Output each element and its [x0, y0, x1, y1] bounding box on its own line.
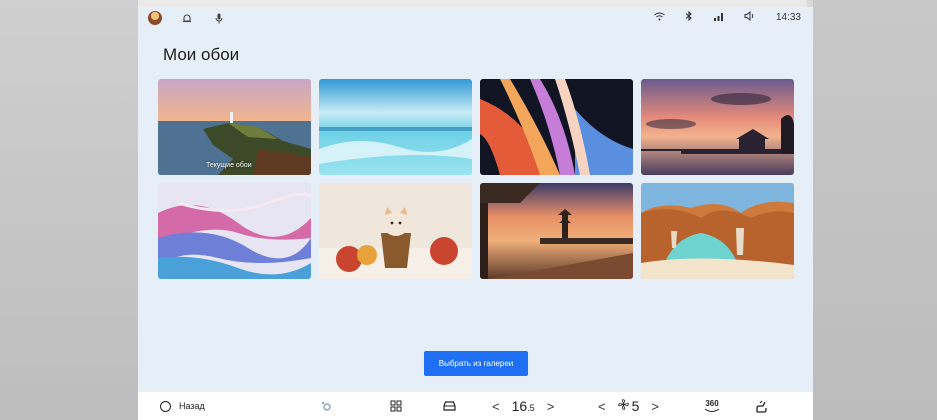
wallpaper-image: [319, 79, 472, 175]
wallpaper-tile-sunset[interactable]: [641, 79, 794, 175]
mic-icon[interactable]: [212, 11, 226, 25]
wallpaper-image: [319, 183, 472, 279]
fan-increase-button[interactable]: >: [651, 399, 659, 414]
car-screen: 14:33 Мои обои Текущие обои Выбрать из г…: [138, 7, 813, 420]
choose-from-gallery-button[interactable]: Выбрать из галереи: [424, 351, 528, 376]
wallpaper-tile-sea[interactable]: [319, 79, 472, 175]
view-360-label: 360: [705, 398, 719, 408]
seat-heat-icon[interactable]: [754, 392, 768, 420]
fan-value: 5: [631, 398, 640, 414]
left-bezel: [0, 0, 138, 420]
wallpaper-tile-pagoda[interactable]: [480, 183, 633, 279]
bluetooth-icon: [685, 10, 693, 24]
wifi-icon: [654, 12, 665, 24]
back-button[interactable]: Назад: [160, 392, 205, 420]
wallpaper-tile-abstract[interactable]: [480, 79, 633, 175]
temperature-value: 16.5: [511, 398, 535, 414]
bottom-bar: Назад < 16.5 > < 5 > 360: [138, 392, 813, 420]
back-label: Назад: [179, 401, 205, 411]
bell-icon[interactable]: [180, 11, 194, 25]
right-bezel: [813, 0, 937, 420]
wallpaper-tile-cave[interactable]: [641, 183, 794, 279]
wallpaper-image: [158, 79, 311, 175]
wallpaper-image: [641, 79, 794, 175]
car-icon[interactable]: [442, 392, 457, 420]
wallpaper-image: [480, 183, 633, 279]
wallpaper-grid: Текущие обои: [158, 79, 794, 279]
signal-icon: [713, 12, 724, 24]
home-circle-icon: [160, 400, 171, 412]
wallpaper-image: [641, 183, 794, 279]
temperature-control: < 16.5 >: [492, 392, 554, 420]
current-wallpaper-label: Текущие обои: [206, 162, 252, 169]
fan-icon: [617, 397, 629, 415]
apps-grid-icon[interactable]: [390, 392, 402, 420]
status-bar: 14:33: [138, 7, 813, 31]
volume-icon: [744, 10, 756, 24]
status-time: 14:33: [775, 12, 801, 23]
wallpaper-tile-lighthouse[interactable]: Текущие обои: [158, 79, 311, 175]
wallpaper-image: [480, 79, 633, 175]
temp-decrease-button[interactable]: <: [492, 399, 500, 414]
page-title: Мои обои: [163, 45, 240, 64]
temp-increase-button[interactable]: >: [547, 399, 555, 414]
360-view-icon[interactable]: 360: [704, 392, 720, 420]
wallpaper-image: [158, 183, 311, 279]
wallpaper-tile-silk[interactable]: [158, 183, 311, 279]
fan-control: < 5 >: [598, 392, 659, 420]
wallpaper-tile-kitten[interactable]: [319, 183, 472, 279]
fan-decrease-button[interactable]: <: [598, 399, 606, 414]
settings-small-icon[interactable]: [320, 392, 332, 420]
avatar-icon[interactable]: [148, 11, 162, 25]
